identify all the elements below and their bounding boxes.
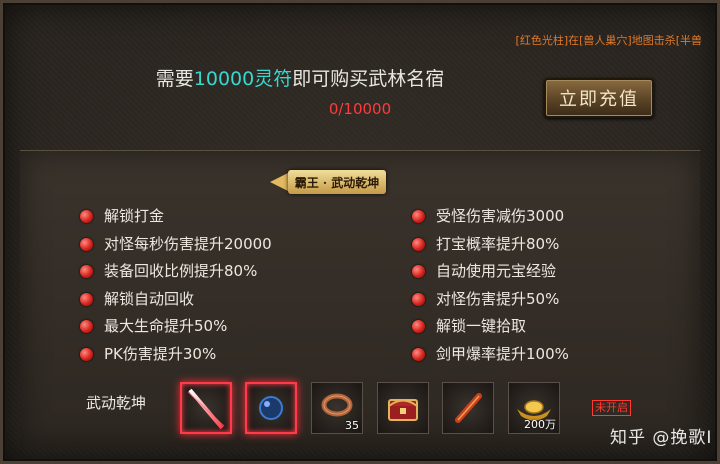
orb-icon: [259, 396, 283, 420]
watermark: 知乎 @挽歌I: [610, 428, 713, 448]
chest-icon: [388, 399, 418, 421]
reward-slot-chest[interactable]: [377, 382, 429, 434]
perk-item: 最大生命提升50%: [80, 313, 272, 341]
bullet-icon: [80, 237, 93, 251]
purchase-requirement: 需要10000灵符即可购买武林名宿: [155, 68, 445, 90]
perk-item: 对怪伤害提升50%: [412, 286, 569, 314]
currency-amount: 10000灵符: [193, 68, 293, 90]
bullet-icon: [412, 320, 425, 333]
perk-item: 对怪每秒伤害提升20000: [80, 231, 272, 259]
perk-list-left: 解锁打金 对怪每秒伤害提升20000 装备回收比例提升80% 解锁自动回收 最大…: [80, 203, 272, 368]
perk-item: 装备回收比例提升80%: [80, 258, 272, 286]
scrolling-announcement: [红色光柱]在[兽人巢穴]地图击杀[半兽: [515, 34, 702, 47]
perk-item: 解锁自动回收: [80, 286, 272, 314]
perk-item: 解锁一键拾取: [412, 313, 569, 341]
bullet-icon: [412, 347, 425, 361]
bullet-icon: [412, 292, 425, 306]
perk-list-right: 受怪伤害减伤3000 打宝概率提升80% 自动使用元宝经验 对怪伤害提升50% …: [412, 203, 569, 368]
reward-slot-ring[interactable]: 35: [311, 382, 363, 434]
bullet-icon: [80, 292, 93, 306]
reward-slot-scroll[interactable]: [442, 382, 494, 434]
bullet-icon: [80, 265, 93, 278]
sword-icon: [187, 388, 225, 430]
bullet-icon: [412, 237, 425, 251]
perk-item: PK伤害提升30%: [80, 341, 272, 369]
perk-item: 解锁打金: [80, 203, 272, 231]
reward-slot-sword[interactable]: [180, 382, 232, 434]
title-banner: 霸王 · 武动乾坤: [270, 166, 388, 198]
perk-item: 受怪伤害减伤3000: [412, 203, 569, 231]
perk-item: 打宝概率提升80%: [412, 231, 569, 259]
perk-item: 剑甲爆率提升100%: [412, 341, 569, 369]
scroll-icon: [455, 393, 482, 423]
bullet-icon: [80, 347, 93, 361]
recharge-button[interactable]: 立即充值: [544, 78, 654, 118]
status-badge: 未开启: [592, 400, 631, 416]
perk-item: 自动使用元宝经验: [412, 258, 569, 286]
bullet-icon: [80, 320, 93, 333]
bullet-icon: [80, 210, 93, 223]
bullet-icon: [412, 210, 425, 223]
bullet-icon: [412, 265, 425, 278]
rewards-label: 武动乾坤: [86, 394, 147, 412]
reward-slot-orb[interactable]: [245, 382, 297, 434]
reward-slot-gold[interactable]: 200万: [508, 382, 560, 434]
